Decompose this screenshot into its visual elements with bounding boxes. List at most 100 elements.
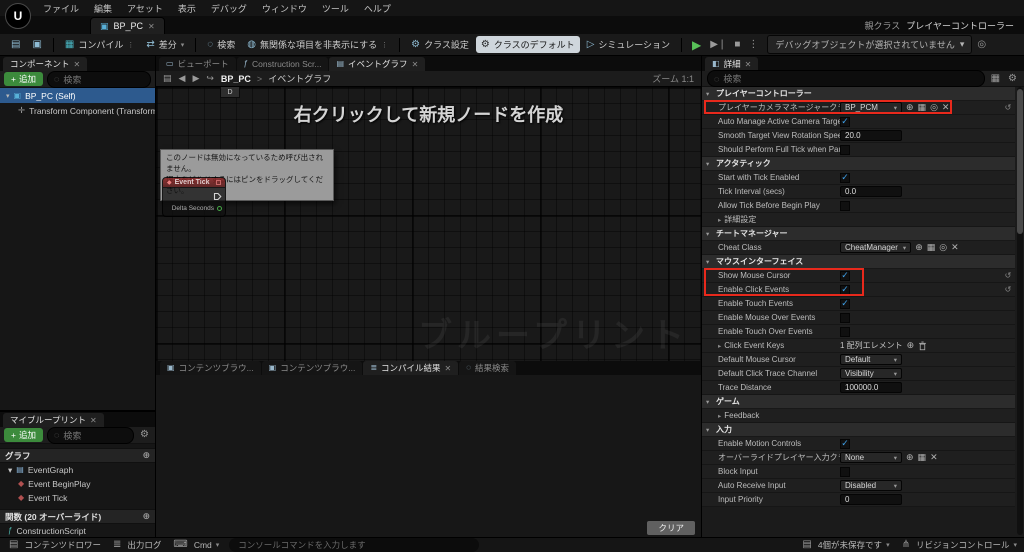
node-header[interactable]: ◆ Event Tick [162, 177, 226, 188]
value-dropdown[interactable]: CheatManager▾ [840, 242, 911, 253]
caret-down-icon[interactable]: ▾ [706, 160, 709, 168]
close-icon[interactable]: ✕ [445, 364, 452, 373]
tab-2[interactable]: ▣コンテンツブラウ... [262, 361, 363, 375]
hide-unrelated-button[interactable]: ◍無関係な項目を非表示にする⋮ [242, 36, 393, 53]
tab-3[interactable]: ▤イベントグラフ✕ [329, 57, 425, 71]
tab-1[interactable]: ▣コンテンツブラウ... [160, 361, 261, 375]
class-settings-button[interactable]: ⚙クラス設定 [406, 36, 474, 53]
checkbox[interactable]: ✓ [840, 271, 850, 281]
myblueprint-section-header[interactable]: グラフ⊕ [0, 448, 155, 463]
close-icon[interactable]: ✕ [930, 453, 938, 462]
checkbox[interactable] [840, 327, 850, 337]
grid-icon[interactable]: ▦ [918, 453, 927, 462]
details-category[interactable]: ▾ゲーム [702, 395, 1015, 409]
plus-icon[interactable]: ⊕ [907, 341, 915, 350]
menu-item-8[interactable]: ヘルプ [357, 0, 398, 17]
value-dropdown[interactable]: Default▾ [840, 354, 902, 365]
frame-skip-button[interactable]: ▶❘ [707, 39, 729, 50]
myblueprint-item[interactable]: ◆Event Tick [0, 491, 155, 505]
reset-icon[interactable]: ↺ [1005, 285, 1012, 294]
caret-down-icon[interactable]: ▾ [6, 92, 10, 100]
myblueprint-item[interactable]: ƒConstructionScript [0, 524, 155, 537]
checkbox[interactable] [840, 201, 850, 211]
class-defaults-button[interactable]: ⚙クラスのデフォルト [476, 36, 580, 53]
menu-item-1[interactable]: ファイル [36, 0, 86, 17]
simulation-button[interactable]: ▷シミュレーション [582, 36, 675, 53]
status-item-1[interactable]: ▤コンテンツドロワー [7, 539, 101, 551]
parent-class-value[interactable]: プレイヤーコントローラー [906, 19, 1014, 32]
close-icon[interactable]: ✕ [90, 416, 97, 425]
value-input[interactable]: 20.0 [840, 130, 902, 141]
exec-pin-icon[interactable] [213, 192, 222, 201]
breadcrumb-root[interactable]: BP_PC [221, 74, 251, 84]
details-category[interactable]: ▾プレイヤーコントローラー [702, 87, 1015, 101]
breadcrumb-page[interactable]: イベントグラフ [268, 72, 331, 85]
checkbox[interactable]: ✓ [840, 117, 850, 127]
close-icon[interactable]: ✕ [745, 60, 752, 69]
details-category[interactable]: ▾入力 [702, 423, 1015, 437]
plus-icon[interactable]: ⊕ [142, 450, 150, 461]
menu-item-7[interactable]: ツール [315, 0, 356, 17]
close-icon[interactable]: ✕ [951, 243, 959, 252]
caret-down-icon[interactable]: ▾ [706, 426, 709, 434]
gear-icon[interactable]: ⚙ [138, 430, 151, 440]
plus-icon[interactable]: ⊕ [906, 103, 914, 112]
value-input[interactable]: 100000.0 [840, 382, 902, 393]
clear-button[interactable]: クリア [647, 521, 695, 535]
plus-icon[interactable]: ⊕ [142, 511, 150, 522]
myblueprint-item[interactable]: ◆Event BeginPlay [0, 477, 155, 491]
reset-icon[interactable]: ↺ [1005, 103, 1012, 112]
value-dropdown[interactable]: BP_PCM▾ [840, 102, 902, 113]
dots-icon[interactable]: ⋮ [745, 39, 761, 50]
details-category[interactable]: ▾チートマネージャー [702, 227, 1015, 241]
tab-components[interactable]: コンポーネント✕ [3, 57, 87, 71]
status-item-2[interactable]: ⋔リビジョンコントロール▾ [900, 539, 1017, 551]
myblueprint-item[interactable]: ▾▤EventGraph [0, 463, 155, 477]
details-category[interactable]: ▾アクタティック [702, 157, 1015, 171]
plus-icon[interactable]: ⊕ [906, 453, 914, 462]
checkbox[interactable]: ✓ [840, 285, 850, 295]
details-category[interactable]: ▾マウスインターフェイス [702, 255, 1015, 269]
close-icon[interactable]: ✕ [74, 60, 81, 69]
float-pin-icon[interactable] [217, 206, 222, 211]
partial-node[interactable]: D [220, 87, 240, 98]
menu-item-6[interactable]: ウィンドウ [255, 0, 314, 17]
plus-icon[interactable]: ⊕ [915, 243, 923, 252]
display-filter-icon[interactable]: ▦ [989, 74, 1002, 84]
add-component-button[interactable]: +追加 [4, 72, 43, 86]
find-button[interactable]: ◌検索 [202, 36, 240, 53]
status-item-3[interactable]: ⌨Cmd▾ [171, 539, 219, 551]
value-dropdown[interactable]: Disabled▾ [840, 480, 902, 491]
console-command-input[interactable]: コンソールコマンドを入力します [229, 538, 479, 552]
event-graph-canvas[interactable]: 右クリックして新規ノードを作成 D このノードは無効になっているため呼び出されま… [156, 87, 701, 361]
checkbox[interactable]: ✓ [840, 173, 850, 183]
event-tick-node[interactable]: ◆ Event Tick Delta Seconds [162, 177, 226, 217]
tab-my-blueprint[interactable]: マイブループリント✕ [3, 413, 104, 427]
caret-down-icon[interactable]: ▾ [8, 465, 12, 476]
details-scrollbar[interactable] [1017, 87, 1023, 535]
tab-2[interactable]: ƒConstruction Scr... [237, 57, 329, 71]
close-icon[interactable]: ✕ [148, 22, 155, 31]
forward-icon[interactable]: ▶ [192, 73, 199, 84]
checkbox[interactable] [840, 313, 850, 323]
checkbox[interactable] [840, 467, 850, 477]
menu-item-3[interactable]: アセット [120, 0, 170, 17]
caret-down-icon[interactable]: ▾ [706, 90, 709, 98]
save-button[interactable]: ▤ [6, 38, 25, 52]
checkbox[interactable]: ✓ [840, 439, 850, 449]
caret-right-icon[interactable]: ▸ [718, 342, 721, 350]
stop-button[interactable]: ■ [731, 39, 743, 50]
bookmarks-icon[interactable]: ▤ [163, 73, 172, 84]
asset-tab-bp-pc[interactable]: ▣ BP_PC ✕ [90, 17, 165, 34]
menu-item-4[interactable]: 表示 [171, 0, 203, 17]
myblueprint-section-header[interactable]: 関数 (20 オーバーライド)⊕ [0, 509, 155, 524]
target-icon[interactable]: ◎ [939, 243, 947, 252]
value-dropdown[interactable]: None▾ [840, 452, 902, 463]
close-icon[interactable]: ✕ [412, 60, 419, 69]
value-dropdown[interactable]: Visibility▾ [840, 368, 902, 379]
browse-button[interactable]: ▣ [27, 38, 46, 52]
my-blueprint-search-input[interactable]: ◌検索 [47, 427, 134, 444]
value-input[interactable]: 0.0 [840, 186, 902, 197]
menu-item-2[interactable]: 編集 [87, 0, 119, 17]
play-button[interactable]: ▶ [688, 38, 705, 52]
